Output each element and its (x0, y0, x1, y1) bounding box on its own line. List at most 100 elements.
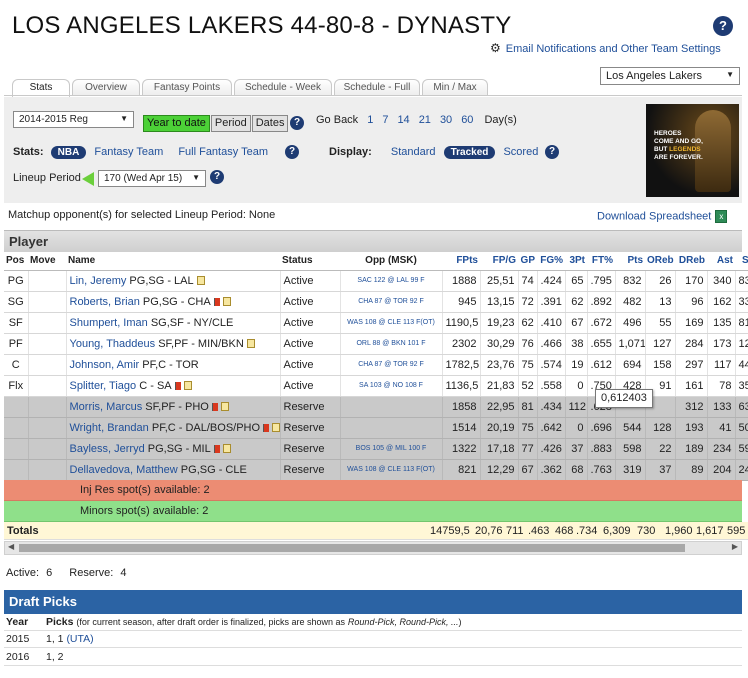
go-back-30[interactable]: 30 (440, 114, 452, 126)
help-icon[interactable]: ? (285, 145, 299, 159)
player-link[interactable]: Splitter, Tiago (70, 380, 137, 392)
display-scored-option[interactable]: Scored (503, 146, 538, 158)
injury-flag-icon[interactable] (213, 444, 220, 453)
player-link[interactable]: Young, Thaddeus (70, 338, 156, 350)
col-pts[interactable]: Pts (615, 252, 645, 271)
col-fpts[interactable]: FPts (442, 252, 480, 271)
col-ftp[interactable]: FT% (587, 252, 615, 271)
help-icon[interactable]: ? (290, 116, 304, 130)
col-fgp[interactable]: FG% (537, 252, 565, 271)
opp-cell[interactable] (340, 396, 443, 418)
injury-flag-icon[interactable] (263, 423, 270, 432)
go-back-7[interactable]: 7 (382, 114, 388, 126)
move-cell[interactable] (28, 354, 67, 376)
help-icon[interactable]: ? (713, 16, 733, 36)
injury-flag-icon[interactable] (174, 381, 181, 390)
opp-cell[interactable]: SA 103 @ NO 108 F (340, 375, 443, 397)
note-icon[interactable] (183, 381, 192, 391)
stats-fantasy-team-option[interactable]: Fantasy Team (94, 146, 163, 158)
player-link[interactable]: Lin, Jeremy (70, 275, 127, 287)
go-back-14[interactable]: 14 (397, 114, 409, 126)
stats-source-row: Stats: NBA Fantasy Team Full Fantasy Tea… (13, 146, 268, 162)
move-cell[interactable] (28, 438, 67, 460)
fgp-cell: .362 (537, 459, 566, 481)
season-select[interactable]: 2014-2015 Reg ▼ (13, 111, 134, 128)
player-link[interactable]: Roberts, Brian (70, 296, 140, 308)
opp-cell[interactable]: SAC 122 @ LAL 99 F (340, 270, 443, 292)
previous-period-arrow-icon[interactable] (82, 172, 94, 186)
pts-cell: 1,071 (615, 333, 646, 355)
tab-fantasy-points[interactable]: Fantasy Points (142, 79, 232, 96)
opp-cell[interactable]: ORL 88 @ BKN 101 F (340, 333, 443, 355)
go-back-1[interactable]: 1 (367, 114, 373, 126)
download-spreadsheet-link[interactable]: Download Spreadsheet x (597, 210, 728, 223)
player-link[interactable]: Wright, Brandan (70, 422, 149, 434)
display-tracked-option[interactable]: Tracked (443, 146, 496, 159)
opp-cell[interactable]: CHA 87 @ TOR 92 F (340, 354, 443, 376)
chevron-down-icon: ▼ (120, 114, 128, 123)
scrollbar-thumb[interactable] (19, 544, 685, 552)
team-select[interactable]: Los Angeles Lakers ▼ (600, 67, 740, 85)
injury-flag-icon[interactable] (211, 402, 218, 411)
year-to-date-button[interactable]: Year to date (143, 115, 210, 132)
player-link[interactable]: Shumpert, Iman (70, 317, 148, 329)
col-fpg[interactable]: FP/G (480, 252, 518, 271)
move-cell[interactable] (28, 333, 67, 355)
gp-cell: 67 (518, 459, 538, 481)
move-cell[interactable] (28, 417, 67, 439)
tab-overview[interactable]: Overview (72, 79, 140, 96)
note-icon[interactable] (220, 402, 229, 412)
move-cell[interactable] (28, 270, 67, 292)
help-icon[interactable]: ? (545, 145, 559, 159)
injury-flag-icon[interactable] (213, 297, 220, 306)
opp-cell[interactable]: BOS 105 @ MIL 100 F (340, 438, 443, 460)
move-cell[interactable] (28, 396, 67, 418)
note-icon[interactable] (196, 276, 205, 286)
horizontal-scrollbar[interactable]: ◀ ▶ (4, 541, 742, 555)
player-link[interactable]: Dellavedova, Matthew (70, 464, 178, 476)
opp-cell[interactable]: WAS 108 @ CLE 113 F(OT) (340, 459, 443, 481)
tab-schedule-full[interactable]: Schedule - Full (334, 79, 420, 96)
player-link[interactable]: Johnson, Amir (70, 359, 140, 371)
col-dreb[interactable]: DReb (675, 252, 707, 271)
tab-min-max[interactable]: Min / Max (422, 79, 488, 96)
go-back-60[interactable]: 60 (461, 114, 473, 126)
scroll-left-icon[interactable]: ◀ (8, 542, 14, 551)
stats-nba-option[interactable]: NBA (50, 146, 87, 159)
draft-pick-team[interactable]: (UTA) (66, 633, 93, 645)
help-icon[interactable]: ? (210, 170, 224, 184)
move-cell[interactable] (28, 375, 67, 397)
note-icon[interactable] (246, 339, 255, 349)
note-icon[interactable] (222, 444, 231, 454)
tab-schedule-week[interactable]: Schedule - Week (234, 79, 332, 96)
note-icon[interactable] (222, 297, 231, 307)
period-button[interactable]: Period (210, 115, 251, 132)
player-link[interactable]: Bayless, Jerryd (70, 443, 145, 455)
name-cell: Splitter, Tiago C - SA (66, 375, 281, 397)
opp-cell[interactable]: CHA 87 @ TOR 92 F (340, 291, 443, 313)
col-st[interactable]: St (735, 252, 748, 271)
picks-note-format: Round-Pick, Round-Pick, ... (347, 617, 459, 627)
roster-table: Pos Move Name Status Opp (MSK) FPts FP/G… (4, 252, 748, 481)
scroll-right-icon[interactable]: ▶ (732, 542, 738, 551)
col-3pt[interactable]: 3Pt (565, 252, 587, 271)
note-icon[interactable] (272, 423, 279, 433)
stats-full-fantasy-team-option[interactable]: Full Fantasy Team (178, 146, 268, 158)
display-standard-option[interactable]: Standard (391, 146, 436, 158)
move-cell[interactable] (28, 291, 67, 313)
dates-button[interactable]: Dates (251, 115, 289, 132)
opp-cell[interactable]: WAS 108 @ CLE 113 F(OT) (340, 312, 443, 334)
col-gp[interactable]: GP (518, 252, 537, 271)
go-back-21[interactable]: 21 (419, 114, 431, 126)
promo-image[interactable]: HEROES COME AND GO, BUT LEGENDS ARE FORE… (646, 104, 739, 197)
col-oreb[interactable]: OReb (645, 252, 675, 271)
col-ast[interactable]: Ast (707, 252, 735, 271)
totals-ast: 1,617 (696, 525, 724, 537)
lineup-period-select[interactable]: 170 (Wed Apr 15) ▼ (98, 170, 206, 187)
fpts-cell: 1888 (442, 270, 481, 292)
email-settings-link[interactable]: ⚙ Email Notifications and Other Team Sett… (490, 41, 721, 55)
player-link[interactable]: Morris, Marcus (70, 401, 143, 413)
opp-cell[interactable] (340, 417, 443, 439)
move-cell[interactable] (28, 312, 67, 334)
move-cell[interactable] (28, 459, 67, 481)
